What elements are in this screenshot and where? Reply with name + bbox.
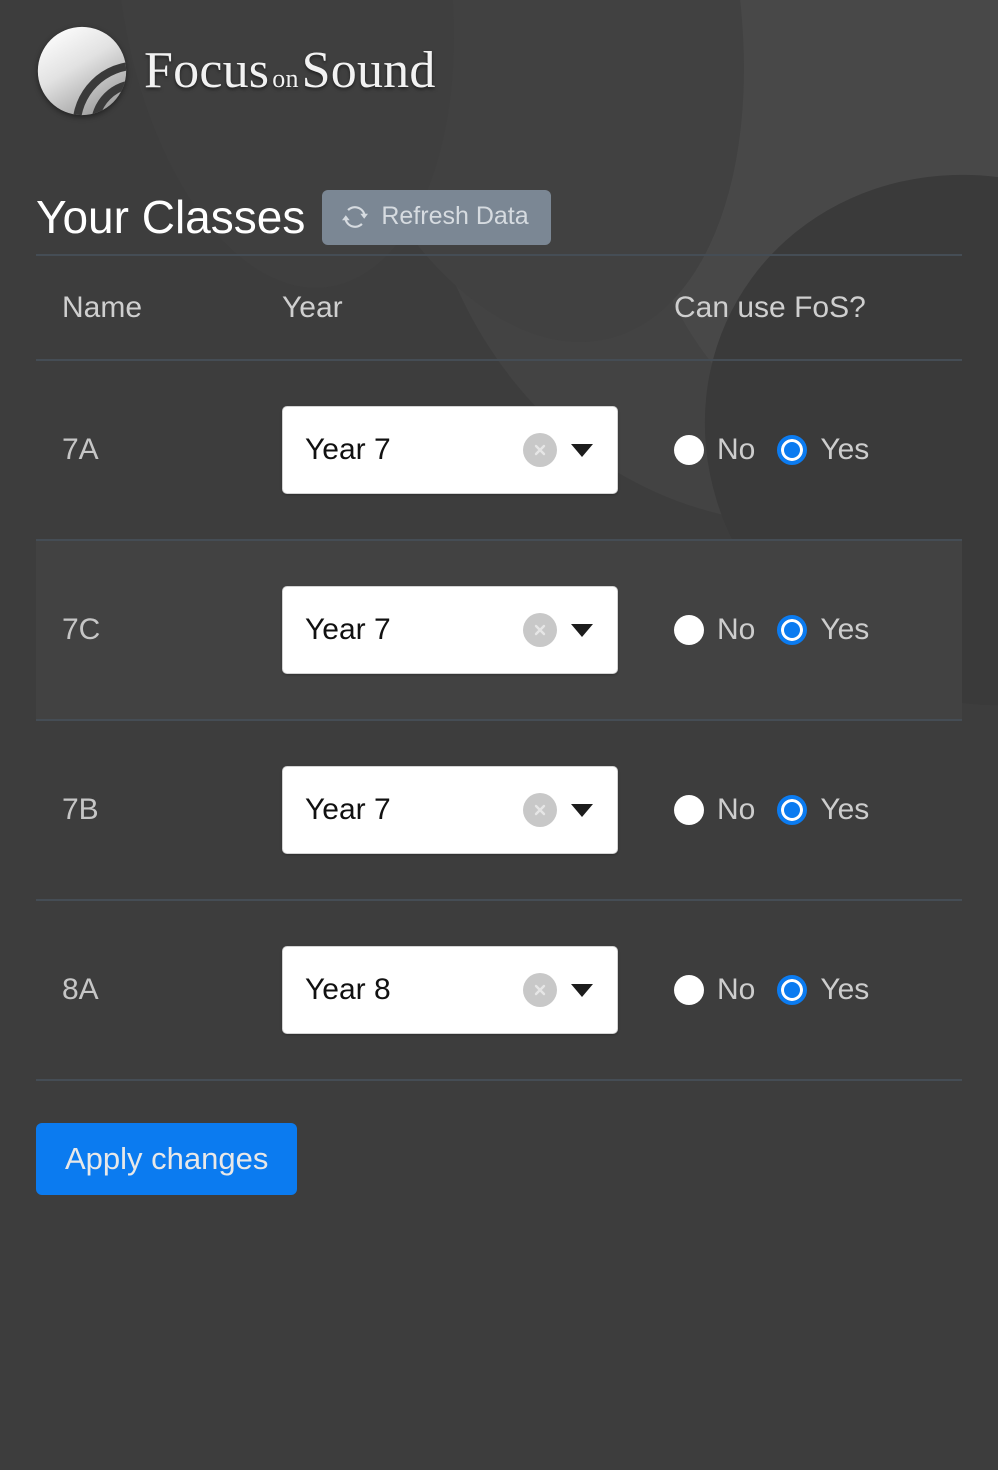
table-row: 7B Year 7 No Yes [36,720,962,900]
radio-dot-yes[interactable] [777,975,808,1005]
radio-label-yes: Yes [820,613,870,646]
year-select-cell: Year 7 [282,360,672,540]
refresh-icon [342,204,369,230]
fos-radio-group: No Yes [672,435,962,465]
radio-option-no[interactable]: No [674,795,755,825]
radio-label-yes: Yes [820,793,870,826]
focus-on-sound-logo-icon [36,25,128,117]
radio-option-yes[interactable]: Yes [777,615,869,645]
classes-table: Name Year Can use FoS? 7A Year 7 No Yes 7C Ye… [36,254,962,1081]
radio-option-yes[interactable]: Yes [777,435,869,465]
radio-option-no[interactable]: No [674,975,755,1005]
chevron-down-icon[interactable] [571,623,593,637]
chevron-down-icon[interactable] [571,803,593,817]
brand-name-sound: Sound [301,42,436,99]
radio-option-yes[interactable]: Yes [777,975,869,1005]
class-name-cell: 7A [62,433,99,466]
radio-option-no[interactable]: No [674,435,755,465]
radio-dot-yes[interactable] [777,615,808,645]
refresh-data-button[interactable]: Refresh Data [322,189,551,245]
chevron-down-icon[interactable] [571,983,593,997]
radio-label-yes: Yes [820,973,870,1006]
year-select-value: Year 7 [305,613,391,646]
radio-dot-no[interactable] [674,795,704,825]
radio-option-no[interactable]: No [674,615,755,645]
page-heading-row: Your Classes Refresh Data [36,180,962,254]
can-use-fos-cell: No Yes [672,540,962,720]
clear-circle-icon[interactable] [523,793,557,827]
fos-radio-group: No Yes [672,975,962,1005]
apply-changes-button[interactable]: Apply changes [36,1123,298,1195]
radio-option-yes[interactable]: Yes [777,795,869,825]
can-use-fos-cell: No Yes [672,360,962,540]
table-header-row: Name Year Can use FoS? [36,254,962,361]
table-row: 7A Year 7 No Yes [36,360,962,540]
refresh-data-label: Refresh Data [381,202,529,230]
year-select[interactable]: Year 7 [282,766,618,854]
brand-name-focus: Focus [144,42,270,99]
radio-dot-no[interactable] [674,615,704,645]
table-header: Name Year Can use FoS? [36,254,962,361]
column-header-can-use-fos: Can use FoS? [672,254,962,361]
can-use-fos-cell: No Yes [672,720,962,900]
page-container: Focus onSound Your Classes Refresh Data N… [0,0,998,1195]
table-body: 7A Year 7 No Yes 7C Year 7 No Yes 7B Year 7 No Yes 8… [36,360,962,1080]
chevron-down-icon[interactable] [571,443,593,457]
fos-radio-group: No Yes [672,615,962,645]
year-select-cell: Year 7 [282,720,672,900]
class-name-cell: 7C [62,613,101,646]
column-header-name: Name [36,254,282,361]
year-select[interactable]: Year 7 [282,406,618,494]
brand-header: Focus onSound [36,0,962,120]
year-select-value: Year 8 [305,973,391,1006]
year-select[interactable]: Year 8 [282,946,618,1034]
radio-dot-yes[interactable] [777,435,808,465]
fos-radio-group: No Yes [672,795,962,825]
year-select-value: Year 7 [305,433,391,466]
radio-label-no: No [717,793,756,826]
year-select[interactable]: Year 7 [282,586,618,674]
radio-label-yes: Yes [820,433,870,466]
radio-dot-no[interactable] [674,975,704,1005]
can-use-fos-cell: No Yes [672,900,962,1080]
brand-wordmark: Focus onSound [144,45,436,97]
clear-circle-icon[interactable] [523,973,557,1007]
radio-dot-no[interactable] [674,435,704,465]
radio-label-no: No [717,613,756,646]
year-select-cell: Year 7 [282,540,672,720]
radio-dot-yes[interactable] [777,795,808,825]
clear-circle-icon[interactable] [523,433,557,467]
clear-circle-icon[interactable] [523,613,557,647]
year-select-cell: Year 8 [282,900,672,1080]
table-row: 8A Year 8 No Yes [36,900,962,1080]
page-title: Your Classes [36,191,306,243]
column-header-year: Year [282,254,672,361]
brand-name-on: on [272,64,299,93]
table-row: 7C Year 7 No Yes [36,540,962,720]
class-name-cell: 8A [62,973,99,1006]
year-select-value: Year 7 [305,793,391,826]
radio-label-no: No [717,973,756,1006]
class-name-cell: 7B [62,793,99,826]
radio-label-no: No [717,433,756,466]
